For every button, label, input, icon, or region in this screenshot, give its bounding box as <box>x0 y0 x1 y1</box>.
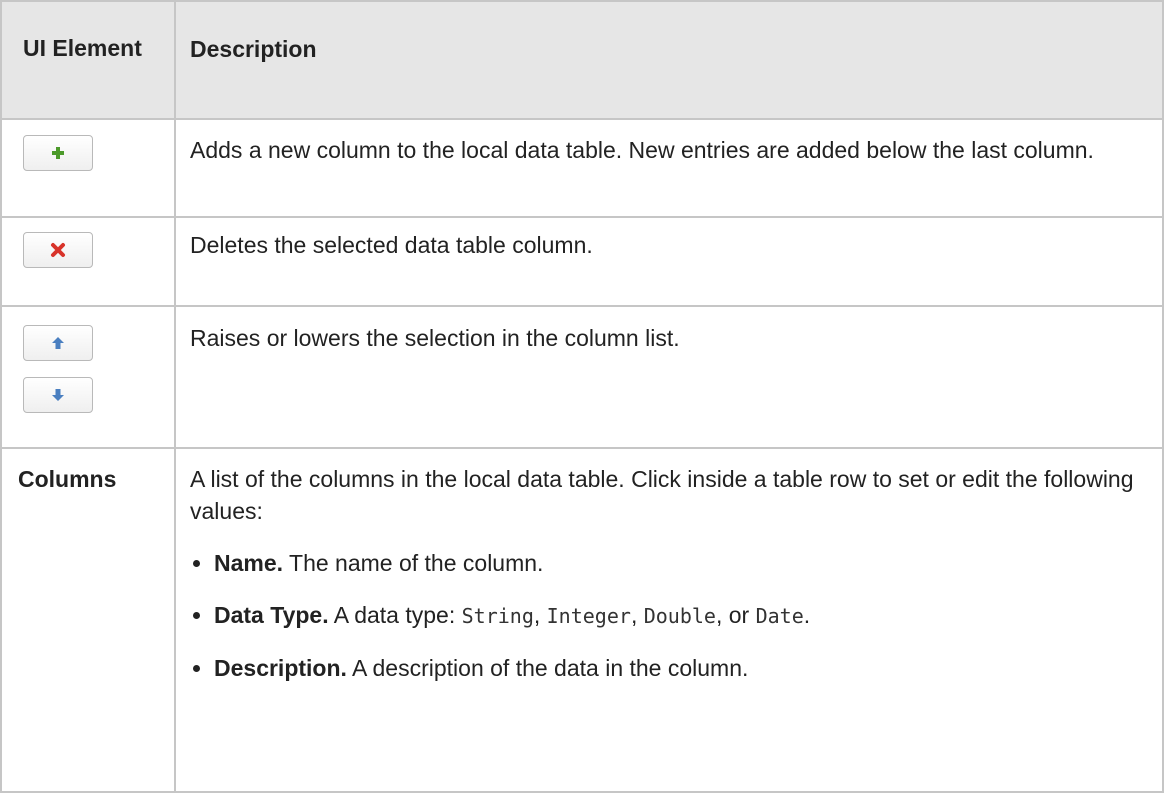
header-description: Description <box>174 0 1164 120</box>
type-double: Double <box>643 604 716 628</box>
separator: , <box>630 602 644 628</box>
ui-element-cell: Columns <box>0 447 176 793</box>
add-button[interactable] <box>23 135 93 171</box>
type-date: Date <box>755 604 804 628</box>
ui-element-cell <box>0 118 176 218</box>
move-down-button[interactable] <box>23 377 93 413</box>
description-cell: Raises or lowers the selection in the co… <box>174 305 1164 449</box>
delete-button[interactable] <box>23 232 93 268</box>
columns-intro-text: A list of the columns in the local data … <box>190 466 1134 524</box>
ui-element-cell <box>0 216 176 307</box>
list-item: Name. The name of the column. <box>190 547 1142 579</box>
delete-red-x-icon <box>51 243 65 257</box>
list-item-end: . <box>803 602 811 628</box>
description-text: Deletes the selected data table column. <box>190 232 593 258</box>
description-cell: Adds a new column to the local data tabl… <box>174 118 1164 218</box>
list-item-text: A data type: <box>328 602 462 628</box>
list-item: Description. A description of the data i… <box>190 652 1142 684</box>
table-row: Columns A list of the columns in the loc… <box>0 447 1164 793</box>
list-item-term: Description. <box>214 655 347 681</box>
type-string: String <box>461 604 534 628</box>
header-ui-element: UI Element <box>0 0 176 120</box>
description-text: Raises or lowers the selection in the co… <box>190 325 680 351</box>
description-cell: Deletes the selected data table column. <box>174 216 1164 307</box>
list-item-text: A description of the data in the column. <box>346 655 749 681</box>
separator: , <box>533 602 547 628</box>
ui-element-table: UI Element Description Adds a new column… <box>0 0 1164 793</box>
separator: , or <box>715 602 756 628</box>
table-header-row: UI Element Description <box>0 0 1164 120</box>
description-text: Adds a new column to the local data tabl… <box>190 137 1094 163</box>
type-integer: Integer <box>546 604 631 628</box>
columns-label: Columns <box>18 466 117 492</box>
arrow-up-icon <box>52 337 64 349</box>
arrow-down-icon <box>52 389 64 401</box>
move-up-button[interactable] <box>23 325 93 361</box>
values-list: Name. The name of the column. Data Type.… <box>190 547 1142 684</box>
list-item-term: Name. <box>214 550 284 576</box>
ui-element-cell <box>0 305 176 449</box>
table-row: Raises or lowers the selection in the co… <box>0 305 1164 449</box>
list-item: Data Type. A data type: String, Integer,… <box>190 599 1142 632</box>
list-item-text: The name of the column. <box>283 550 544 576</box>
description-cell: A list of the columns in the local data … <box>174 447 1164 793</box>
add-green-plus-icon <box>52 147 64 159</box>
table-row: Deletes the selected data table column. <box>0 216 1164 307</box>
table-row: Adds a new column to the local data tabl… <box>0 118 1164 218</box>
list-item-term: Data Type. <box>214 602 329 628</box>
